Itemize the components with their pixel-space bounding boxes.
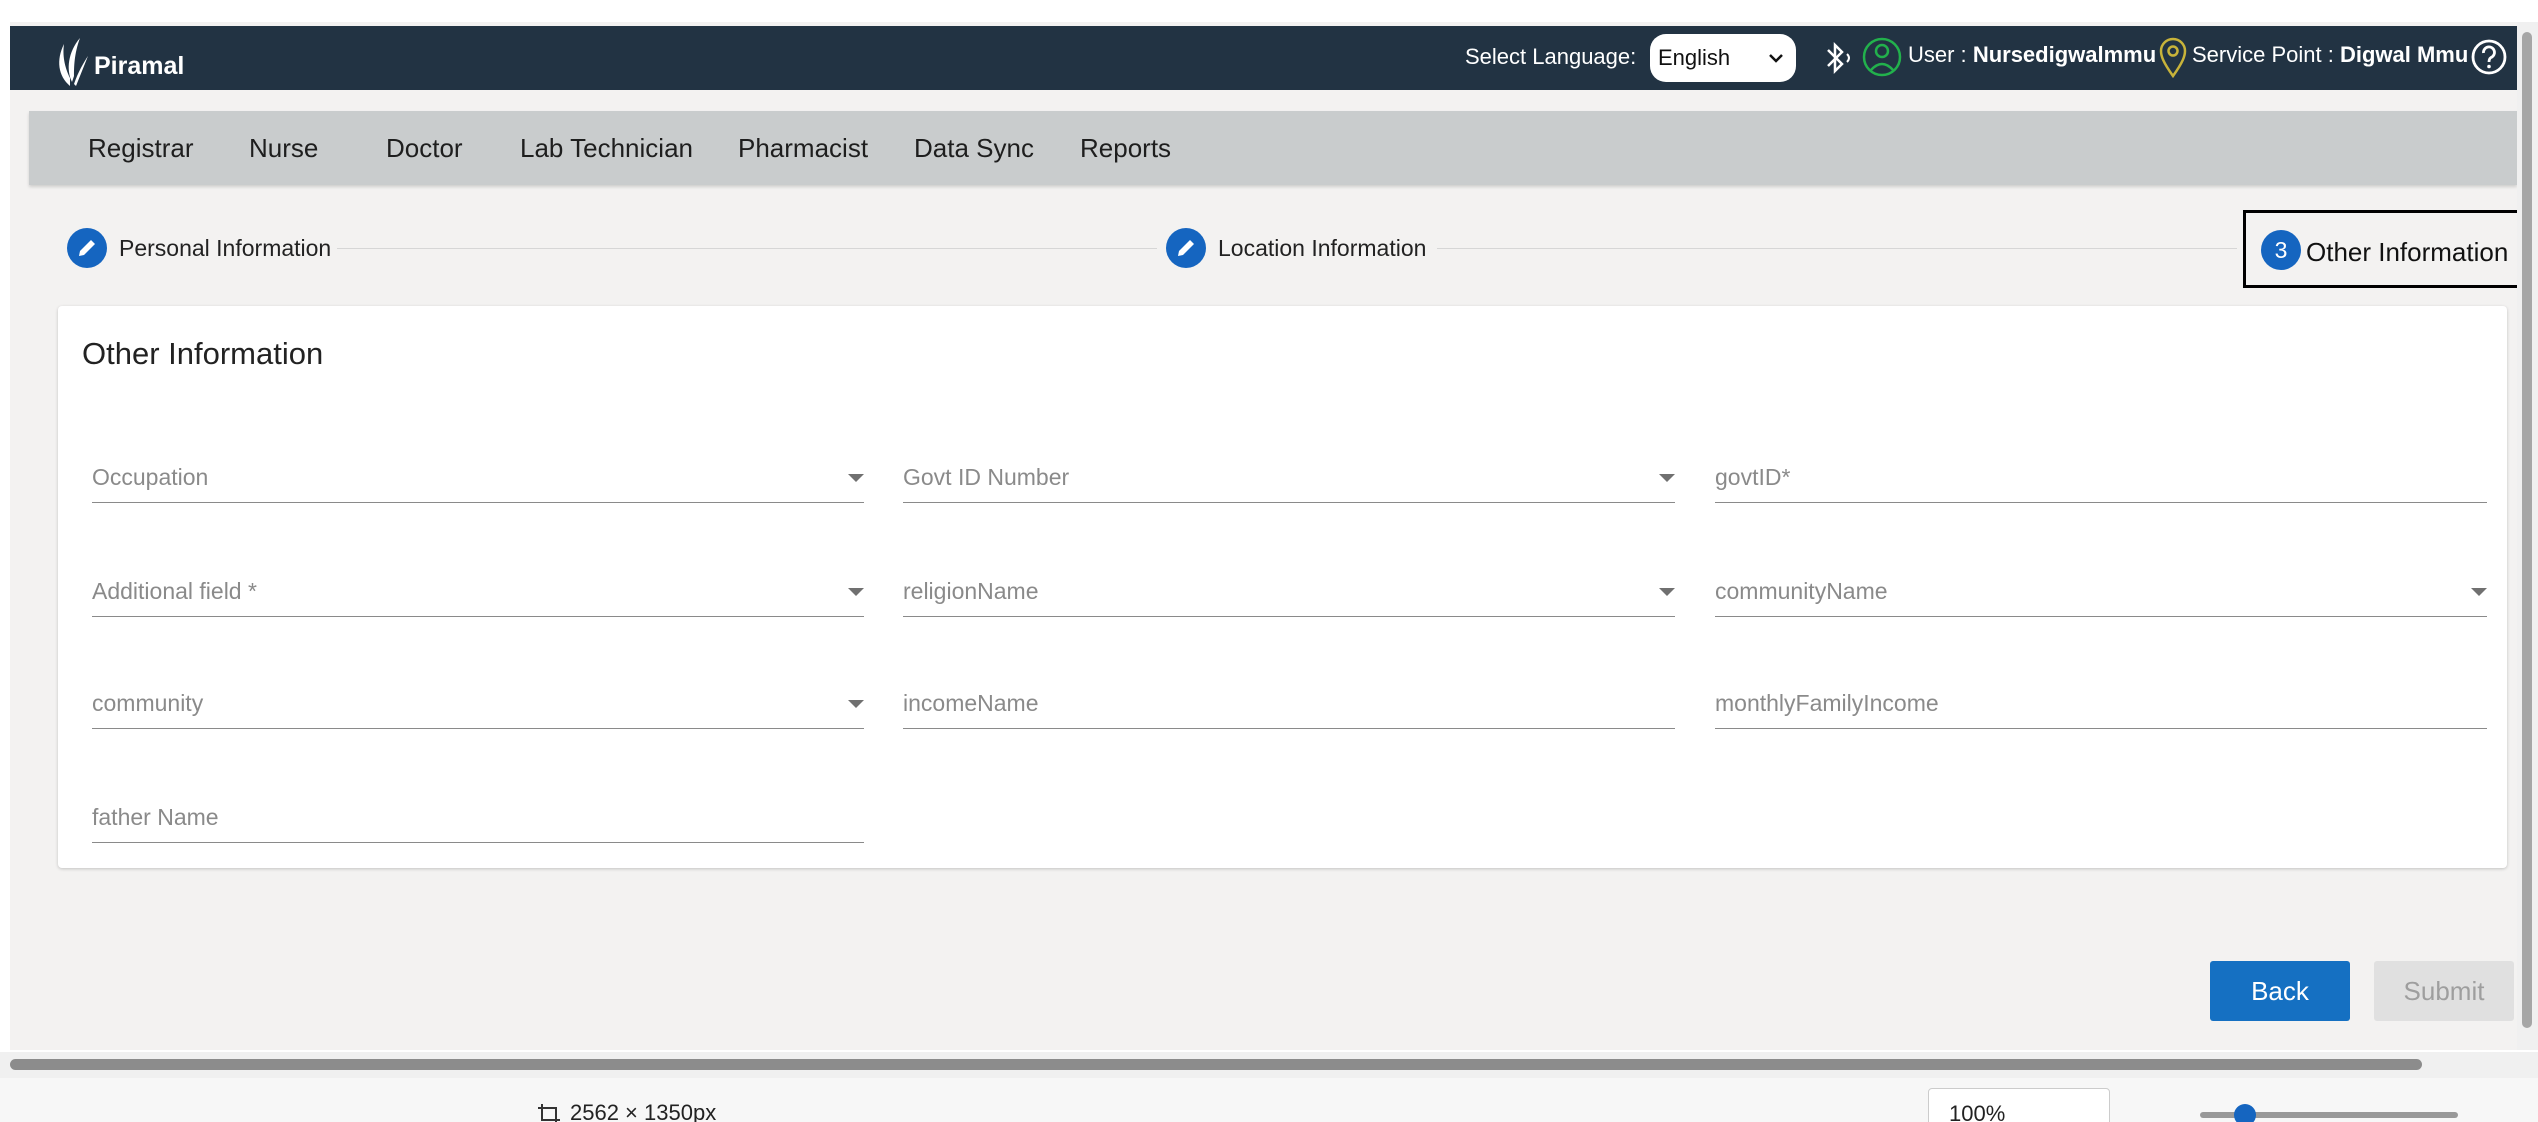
back-button[interactable]: Back — [2210, 961, 2350, 1021]
service-point-label: Service Point : — [2192, 42, 2334, 67]
service-point-info: Service Point : Digwal Mmu — [2192, 42, 2468, 68]
dropdown-arrow-icon — [848, 588, 864, 596]
nav-nurse[interactable]: Nurse — [249, 133, 318, 164]
chevron-down-icon — [1769, 54, 1783, 63]
field-placeholder: Additional field * — [92, 578, 257, 604]
step-edit-badge — [67, 228, 107, 268]
step-label: Personal Information — [119, 234, 332, 261]
user-label: User : — [1908, 42, 1967, 67]
field-placeholder: communityName — [1715, 578, 1888, 604]
occupation-select[interactable]: Occupation — [92, 440, 864, 503]
horizontal-scrollbar[interactable] — [0, 1052, 2538, 1078]
dropdown-arrow-icon — [1659, 474, 1675, 482]
service-point-name: Digwal Mmu — [2339, 42, 2469, 67]
community-select[interactable]: community — [92, 666, 864, 729]
dropdown-arrow-icon — [848, 700, 864, 708]
income-name-input[interactable]: incomeName — [903, 666, 1675, 729]
image-dimensions: 2562 × 1350px — [570, 1100, 717, 1122]
crop-icon — [538, 1104, 560, 1122]
zoom-select[interactable]: 100% — [1928, 1088, 2110, 1122]
field-placeholder: father Name — [92, 804, 219, 830]
additional-field-select[interactable]: Additional field * — [92, 554, 864, 617]
user-icon — [1862, 37, 1902, 77]
pencil-icon — [1178, 240, 1194, 256]
stepper-line — [1437, 248, 2237, 249]
dropdown-arrow-icon — [2471, 588, 2487, 596]
dropdown-arrow-icon — [1659, 588, 1675, 596]
brand-name: Piramal — [94, 51, 185, 80]
religion-name-select[interactable]: religionName — [903, 554, 1675, 617]
submit-button[interactable]: Submit — [2374, 961, 2514, 1021]
govt-id-input[interactable]: govtID* — [1715, 440, 2487, 503]
father-name-input[interactable]: father Name — [92, 780, 864, 843]
zoom-slider[interactable] — [2200, 1104, 2458, 1122]
dropdown-arrow-icon — [848, 474, 864, 482]
main-nav: Registrar Nurse Doctor Lab Technician Ph… — [29, 111, 2517, 185]
form-title: Other Information — [82, 336, 324, 371]
nav-lab-technician[interactable]: Lab Technician — [520, 133, 693, 164]
step-number-badge: 3 — [2261, 230, 2301, 270]
field-placeholder: incomeName — [903, 690, 1039, 716]
nav-doctor[interactable]: Doctor — [386, 133, 463, 164]
top-header: Piramal Select Language: English User : … — [10, 26, 2517, 90]
nav-pharmacist[interactable]: Pharmacist — [738, 133, 868, 164]
nav-data-sync[interactable]: Data Sync — [914, 133, 1034, 164]
step-other-information[interactable]: 3 Other Information — [2243, 210, 2533, 288]
language-label: Select Language: — [1465, 44, 1637, 69]
user-info: User : Nursedigwalmmu — [1908, 42, 2156, 68]
user-name: Nursedigwalmmu — [1972, 42, 2157, 67]
zoom-slider-knob[interactable] — [2234, 1104, 2256, 1122]
pencil-icon — [79, 240, 95, 256]
zoom-value: 100% — [1949, 1101, 2006, 1122]
location-pin-icon — [2159, 37, 2187, 78]
other-information-card: Other Information Occupation Govt ID Num… — [58, 306, 2507, 868]
vertical-scrollbar[interactable] — [2517, 22, 2538, 1050]
horizontal-scroll-thumb[interactable] — [10, 1059, 2422, 1070]
stepper-line — [337, 248, 1157, 249]
field-placeholder: community — [92, 690, 204, 716]
step-label: Other Information — [2306, 237, 2509, 267]
govt-id-number-select[interactable]: Govt ID Number — [903, 440, 1675, 503]
help-icon[interactable] — [2470, 38, 2508, 76]
nav-reports[interactable]: Reports — [1080, 133, 1171, 164]
step-location-information[interactable]: Location Information — [1166, 228, 1426, 268]
language-select[interactable]: English — [1650, 34, 1796, 82]
vertical-scroll-thumb[interactable] — [2522, 32, 2532, 1028]
field-placeholder: Occupation — [92, 464, 209, 490]
monthly-family-income-input[interactable]: monthlyFamilyIncome — [1715, 666, 2487, 729]
field-placeholder: govtID* — [1715, 464, 1791, 490]
field-placeholder: monthlyFamilyIncome — [1715, 690, 1939, 716]
field-placeholder: Govt ID Number — [903, 464, 1070, 490]
language-value: English — [1658, 45, 1731, 70]
step-edit-badge — [1166, 228, 1206, 268]
community-name-select[interactable]: communityName — [1715, 554, 2487, 617]
step-label: Location Information — [1218, 234, 1427, 261]
bluetooth-icon[interactable] — [1822, 38, 1856, 78]
nav-registrar[interactable]: Registrar — [88, 133, 193, 164]
field-placeholder: religionName — [903, 578, 1039, 604]
brand-logo: Piramal — [50, 32, 184, 88]
step-personal-information[interactable]: Personal Information — [67, 228, 331, 268]
piramal-leaf-icon — [59, 38, 88, 86]
viewer-status-bar: 2562 × 1350px 100% — [0, 1078, 2538, 1122]
